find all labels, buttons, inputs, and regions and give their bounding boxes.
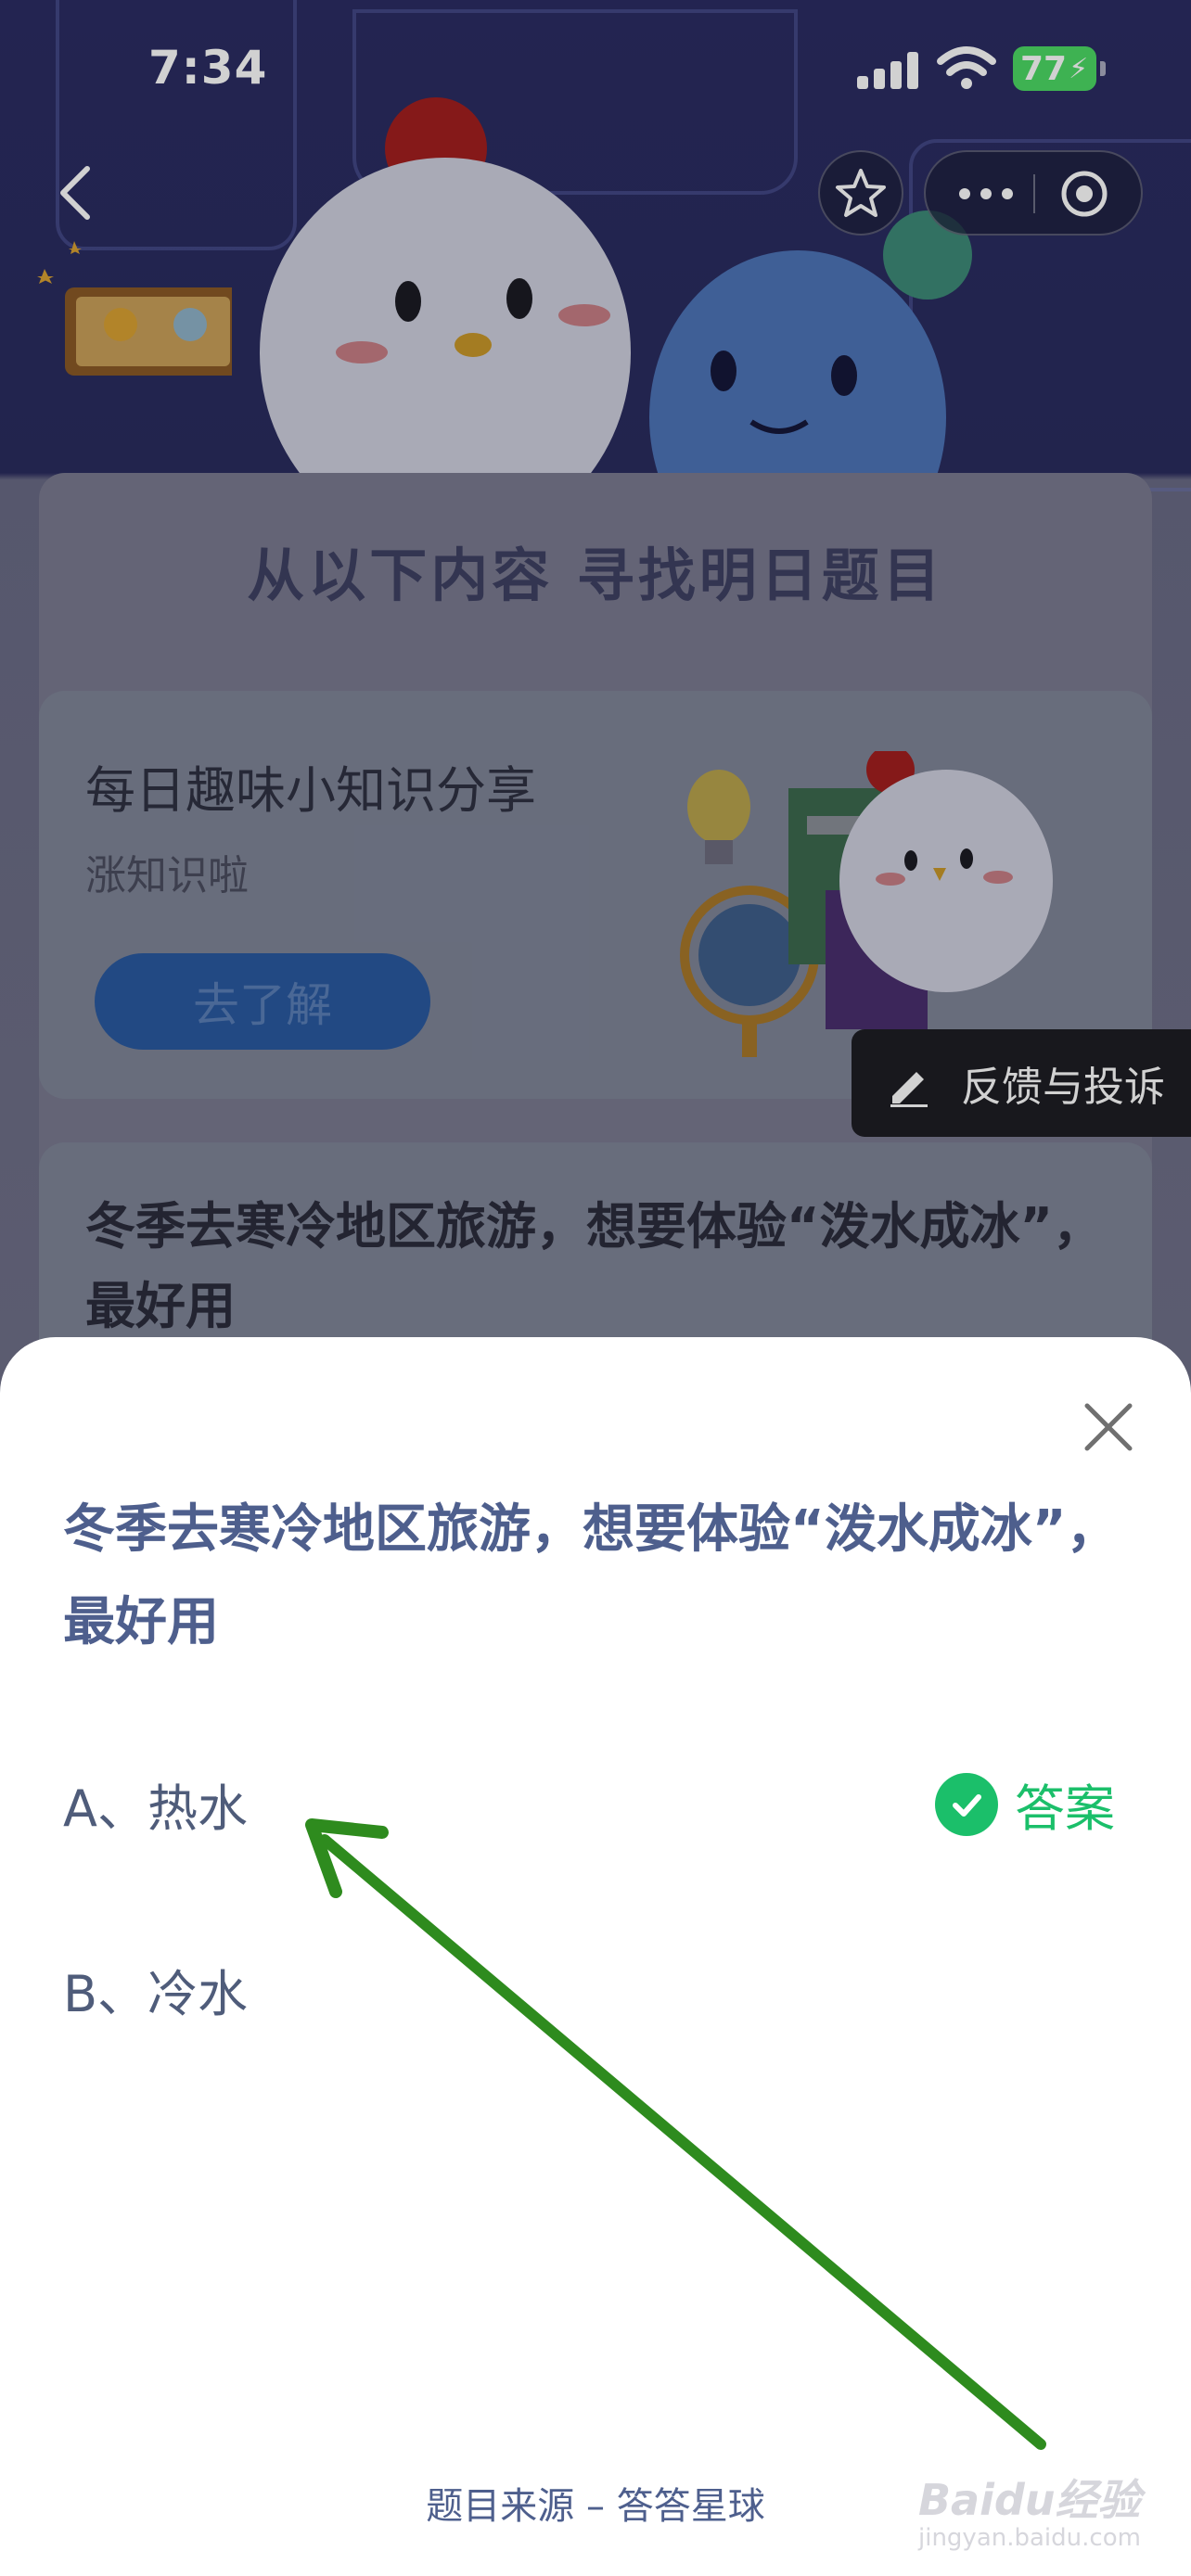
close-icon[interactable] bbox=[1076, 1395, 1141, 1460]
modal-backdrop[interactable] bbox=[0, 0, 1191, 1391]
check-circle-icon bbox=[935, 1772, 998, 1836]
option-a[interactable]: A、热水 bbox=[63, 1767, 248, 1841]
option-b[interactable]: B、冷水 bbox=[63, 1953, 248, 2026]
baidu-watermark-logo: Baidu经验 bbox=[918, 2475, 1141, 2525]
question-text: 冬季去寒冷地区旅游，想要体验“泼水成冰”，最好用 bbox=[63, 1499, 1119, 1652]
baidu-watermark-url: jingyan.baidu.com bbox=[918, 2524, 1141, 2552]
answer-label: 答案 bbox=[1015, 1779, 1115, 1838]
answer-badge: 答案 bbox=[935, 1767, 1115, 1841]
